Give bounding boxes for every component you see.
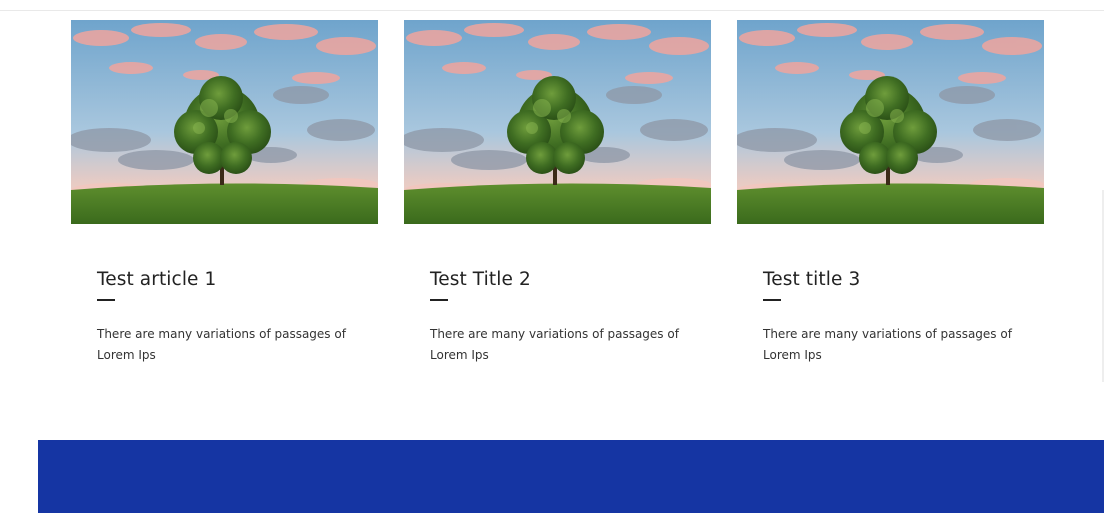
article-body: Test title 3 There are many variations o… — [737, 224, 1044, 366]
article-image-link[interactable] — [737, 20, 1044, 224]
title-underline — [763, 299, 781, 302]
tree-landscape-image — [71, 20, 378, 224]
article-grid: Test article 1 There are many variations… — [71, 20, 1044, 366]
article-body: Test Title 2 There are many variations o… — [404, 224, 711, 366]
footer-band — [38, 440, 1104, 513]
article-image-link[interactable] — [71, 20, 378, 224]
title-underline — [430, 299, 448, 302]
article-title[interactable]: Test article 1 — [97, 269, 352, 290]
article-excerpt: There are many variations of passages of… — [430, 327, 679, 363]
article-excerpt: There are many variations of passages of… — [763, 327, 1012, 363]
article-image-link[interactable] — [404, 20, 711, 224]
article-title[interactable]: Test title 3 — [763, 269, 1018, 290]
article-title[interactable]: Test Title 2 — [430, 269, 685, 290]
tree-landscape-image — [737, 20, 1044, 224]
header-divider — [0, 10, 1104, 11]
article-body: Test article 1 There are many variations… — [71, 224, 378, 366]
page: Test article 1 There are many variations… — [0, 0, 1104, 513]
article-card[interactable]: Test Title 2 There are many variations o… — [404, 20, 711, 366]
article-card[interactable]: Test article 1 There are many variations… — [71, 20, 378, 366]
article-excerpt: There are many variations of passages of… — [97, 327, 346, 363]
article-card[interactable]: Test title 3 There are many variations o… — [737, 20, 1044, 366]
title-underline — [97, 299, 115, 302]
tree-landscape-image — [404, 20, 711, 224]
